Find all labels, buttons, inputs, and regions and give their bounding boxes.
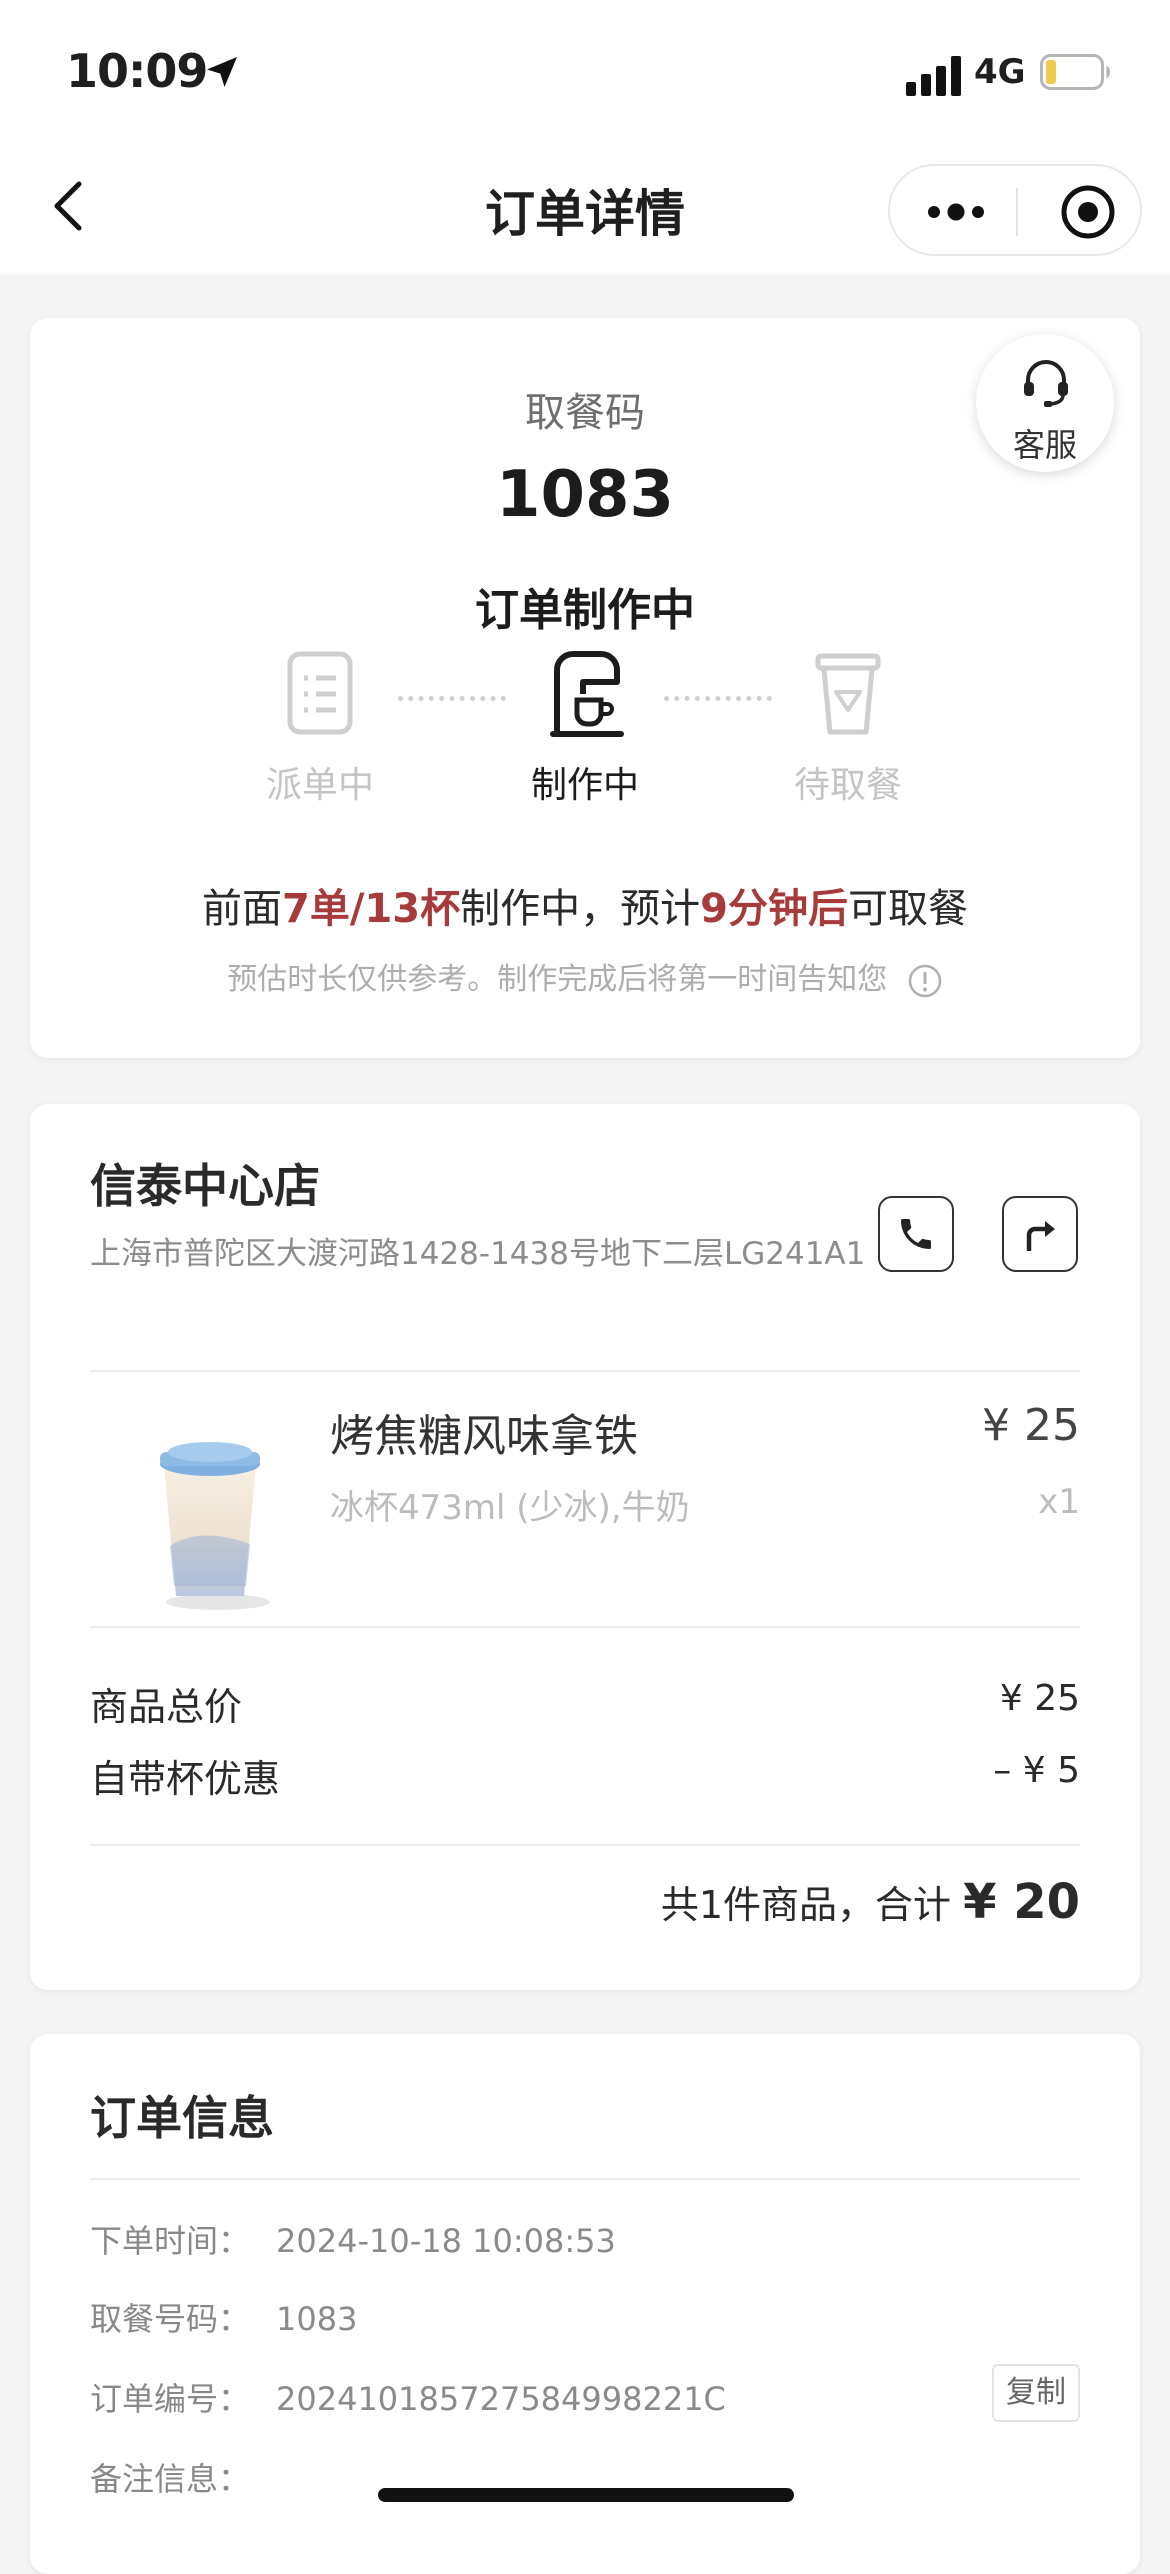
pickup-code-label: 取餐码 (525, 390, 645, 436)
step-ready-label: 待取餐 (793, 765, 902, 806)
pickup-number-value: 1083 (276, 2300, 358, 2338)
battery-icon (1040, 54, 1110, 90)
call-store-button[interactable] (878, 1196, 954, 1272)
copy-order-number-button[interactable]: 复制 (992, 2364, 1080, 2422)
product-spec: 冰杯473ml (少冰),牛奶 (330, 1488, 690, 1528)
status-time: 10:09 (66, 44, 208, 98)
divider (90, 1626, 1080, 1628)
close-miniprogram-icon[interactable] (1060, 184, 1116, 240)
navigate-button[interactable] (1002, 1196, 1078, 1272)
order-info-title: 订单信息 (90, 2091, 274, 2145)
step-ready: 待取餐 (738, 648, 958, 808)
store-name: 信泰中心店 (90, 1159, 320, 1213)
order-time-row: 下单时间： 2024-10-18 10:08:53 (90, 2216, 616, 2262)
step-making: 制作中 (475, 648, 695, 808)
coffee-machine-icon (550, 651, 624, 737)
more-dots-icon (928, 203, 984, 221)
subtotal-value: ¥ 25 (999, 1678, 1080, 1719)
product-quantity: x1 (1038, 1482, 1080, 1522)
divider (90, 1370, 1080, 1372)
order-number-row: 订单编号： 20241018572758499822​1C (90, 2374, 726, 2420)
customer-service-button[interactable]: 客服 (976, 334, 1114, 472)
directions-icon (1026, 1221, 1055, 1251)
eta-middle: 制作中，预计 (460, 886, 701, 932)
info-icon[interactable] (907, 963, 943, 999)
remark-row: 备注信息： (90, 2454, 276, 2500)
eta-prefix: 前面 (202, 886, 283, 932)
discount-label: 自带杯优惠 (90, 1757, 281, 1801)
eta-queue: 7单/13杯 (282, 886, 461, 932)
order-time-key: 下单时间： (90, 2222, 251, 2260)
status-bar: 10:09 4G (0, 0, 1170, 140)
order-number-value: 20241018572758499822​1C (276, 2380, 726, 2418)
order-number-key: 订单编号： (90, 2380, 251, 2418)
pickup-code: 1083 (495, 458, 675, 532)
remark-key: 备注信息： (90, 2460, 251, 2498)
order-total: 共1件商品，合计 ¥ 20 (661, 1874, 1080, 1930)
pickup-number-row: 取餐号码： 1083 (90, 2294, 357, 2340)
order-time-value: 2024-10-18 10:08:53 (276, 2222, 616, 2260)
capsule-divider (1016, 188, 1018, 236)
eta-text: 前面7单/13杯制作中，预计9分钟后可取餐 (30, 876, 1140, 934)
miniprogram-capsule (888, 164, 1142, 256)
step-dispatching-label: 派单中 (265, 765, 374, 806)
network-type: 4G (974, 52, 1026, 92)
pickup-card: 取餐码 1083 订单制作中 客服 派单中 制作中 待取餐 前面7单/13杯制作… (30, 318, 1140, 1058)
order-list-icon (287, 651, 353, 735)
eta-time: 9分钟后 (700, 886, 848, 932)
cellular-signal-icon (906, 56, 961, 96)
subtotal-label: 商品总价 (90, 1685, 243, 1729)
total-prefix: 共1件商品，合计 (660, 1883, 951, 1927)
product-name: 烤焦糖风味拿铁 (330, 1411, 638, 1462)
step-dispatching: 派单中 (210, 648, 430, 808)
headset-icon (1024, 360, 1068, 407)
phone-icon (901, 1219, 931, 1249)
eta-note: 预估时长仅供参考。制作完成后将第一时间告知您 (30, 954, 1140, 999)
order-status: 订单制作中 (475, 585, 695, 636)
order-card: 信泰中心店 上海市普陀区大渡河路1428-1438号地下二层LG241A1 烤焦… (30, 1104, 1140, 1990)
nav-bar: 订单详情 (0, 140, 1170, 274)
divider (90, 1844, 1080, 1846)
total-amount: ¥ 20 (963, 1874, 1080, 1930)
location-arrow-icon (207, 57, 237, 87)
discount-value: – ¥ 5 (993, 1750, 1080, 1791)
cup-icon (815, 653, 881, 735)
divider (90, 2178, 1080, 2180)
step-making-label: 制作中 (530, 765, 639, 806)
customer-service-label: 客服 (1012, 426, 1077, 464)
store-address: 上海市普陀区大渡河路1428-1438号地下二层LG241A1 (90, 1236, 866, 1272)
eta-suffix: 可取餐 (847, 886, 968, 932)
pickup-number-key: 取餐号码： (90, 2300, 251, 2338)
more-button[interactable] (926, 192, 986, 232)
home-indicator[interactable] (378, 2488, 794, 2502)
product-price: ¥ 25 (982, 1400, 1080, 1451)
eta-note-text: 预估时长仅供参考。制作完成后将第一时间告知您 (227, 962, 888, 997)
latte-cup-image (160, 1442, 270, 1610)
